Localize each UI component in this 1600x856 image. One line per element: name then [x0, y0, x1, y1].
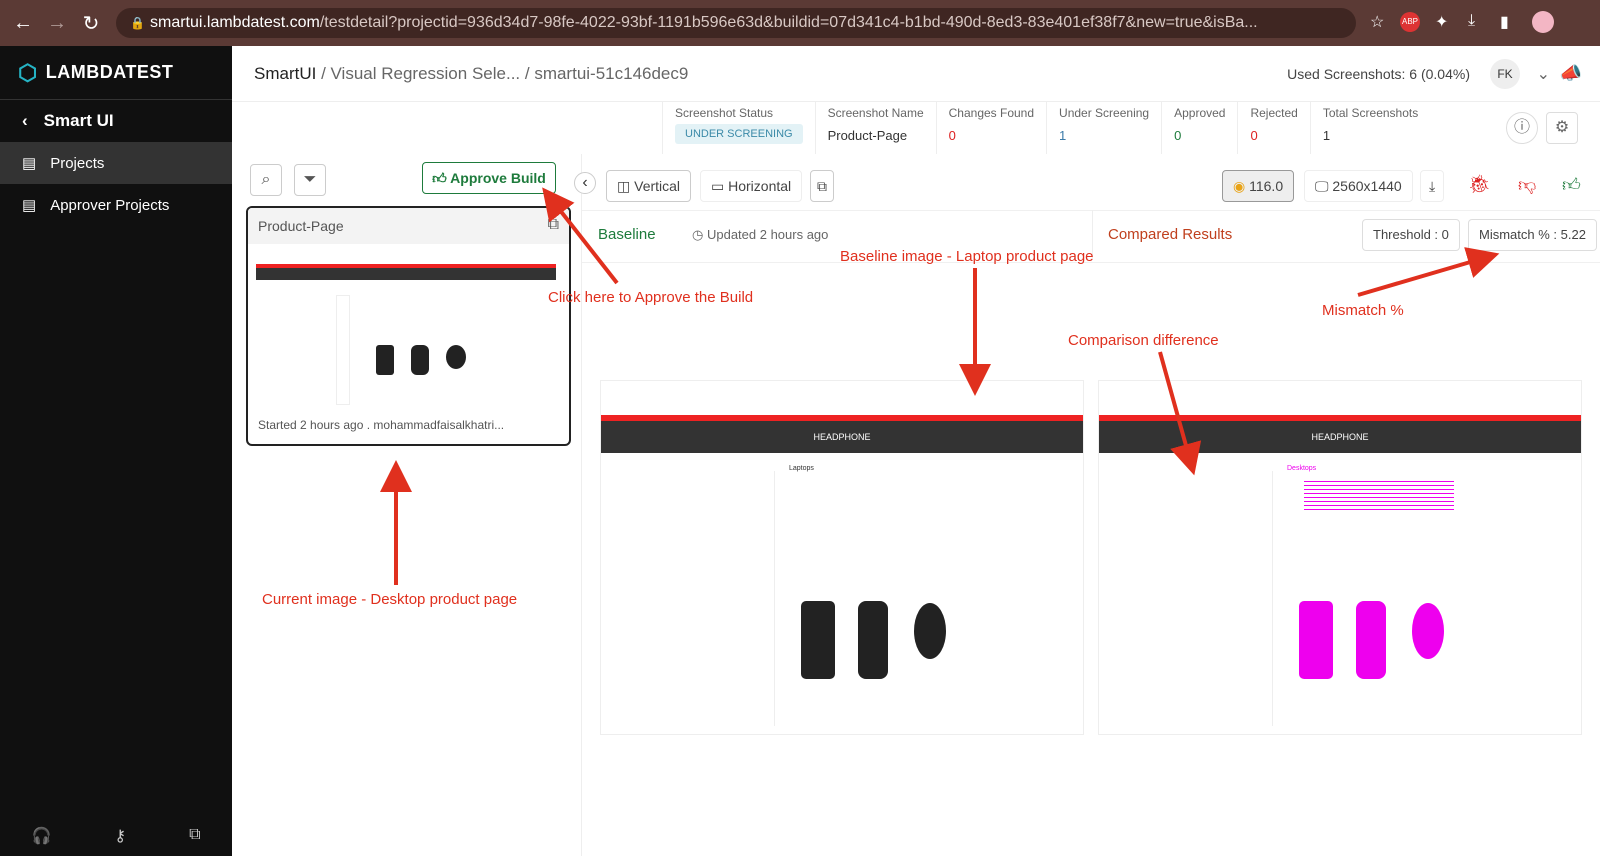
- arrow-approve: [542, 187, 619, 285]
- annotation-arrows: [380, 187, 1500, 585]
- arrow-mismatch: [1357, 247, 1500, 297]
- arrow-difference: [1158, 351, 1202, 476]
